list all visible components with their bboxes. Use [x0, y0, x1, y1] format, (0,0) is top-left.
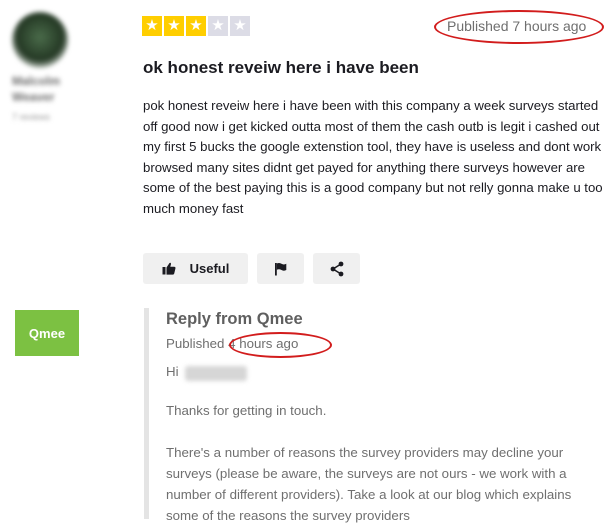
- review-title[interactable]: ok honest reveiw here i have been: [143, 58, 419, 78]
- reviewer-name-line2[interactable]: Weaver: [12, 90, 54, 105]
- star-icon: ★: [230, 16, 250, 36]
- qmee-logo[interactable]: Qmee: [15, 310, 79, 356]
- reply-divider-bar: [144, 308, 149, 519]
- reply-published-prefix: Published: [166, 336, 225, 351]
- reply-recipient-name-redacted: [185, 366, 247, 381]
- useful-button-label: Useful: [189, 261, 230, 276]
- useful-button[interactable]: Useful: [143, 253, 248, 284]
- flag-button[interactable]: [257, 253, 304, 284]
- star-icon: ★: [164, 16, 184, 36]
- qmee-logo-text: Qmee: [28, 325, 66, 341]
- reply-greeting: Hi: [166, 364, 179, 379]
- reviewer-name-line1[interactable]: Malcolm: [12, 74, 60, 89]
- share-button[interactable]: [313, 253, 360, 284]
- annotation-circle-reply-date: [229, 332, 332, 358]
- reply-body: There's a number of reasons the survey p…: [166, 445, 572, 523]
- review-body: pok honest reveiw here i have been with …: [143, 98, 603, 216]
- reviewer-review-count: 7 reviews: [12, 112, 51, 122]
- star-rating: ★ ★ ★ ★ ★: [142, 16, 250, 36]
- share-icon: [329, 261, 345, 277]
- star-icon: ★: [186, 16, 206, 36]
- reply-thanks: Thanks for getting in touch.: [166, 403, 327, 418]
- reviewer-avatar[interactable]: [12, 12, 68, 68]
- star-icon: ★: [142, 16, 162, 36]
- flag-icon: [274, 262, 287, 276]
- reply-title: Reply from Qmee: [166, 310, 303, 328]
- thumbs-up-icon: [162, 262, 176, 275]
- annotation-circle-review-date: [434, 10, 604, 44]
- star-icon: ★: [208, 16, 228, 36]
